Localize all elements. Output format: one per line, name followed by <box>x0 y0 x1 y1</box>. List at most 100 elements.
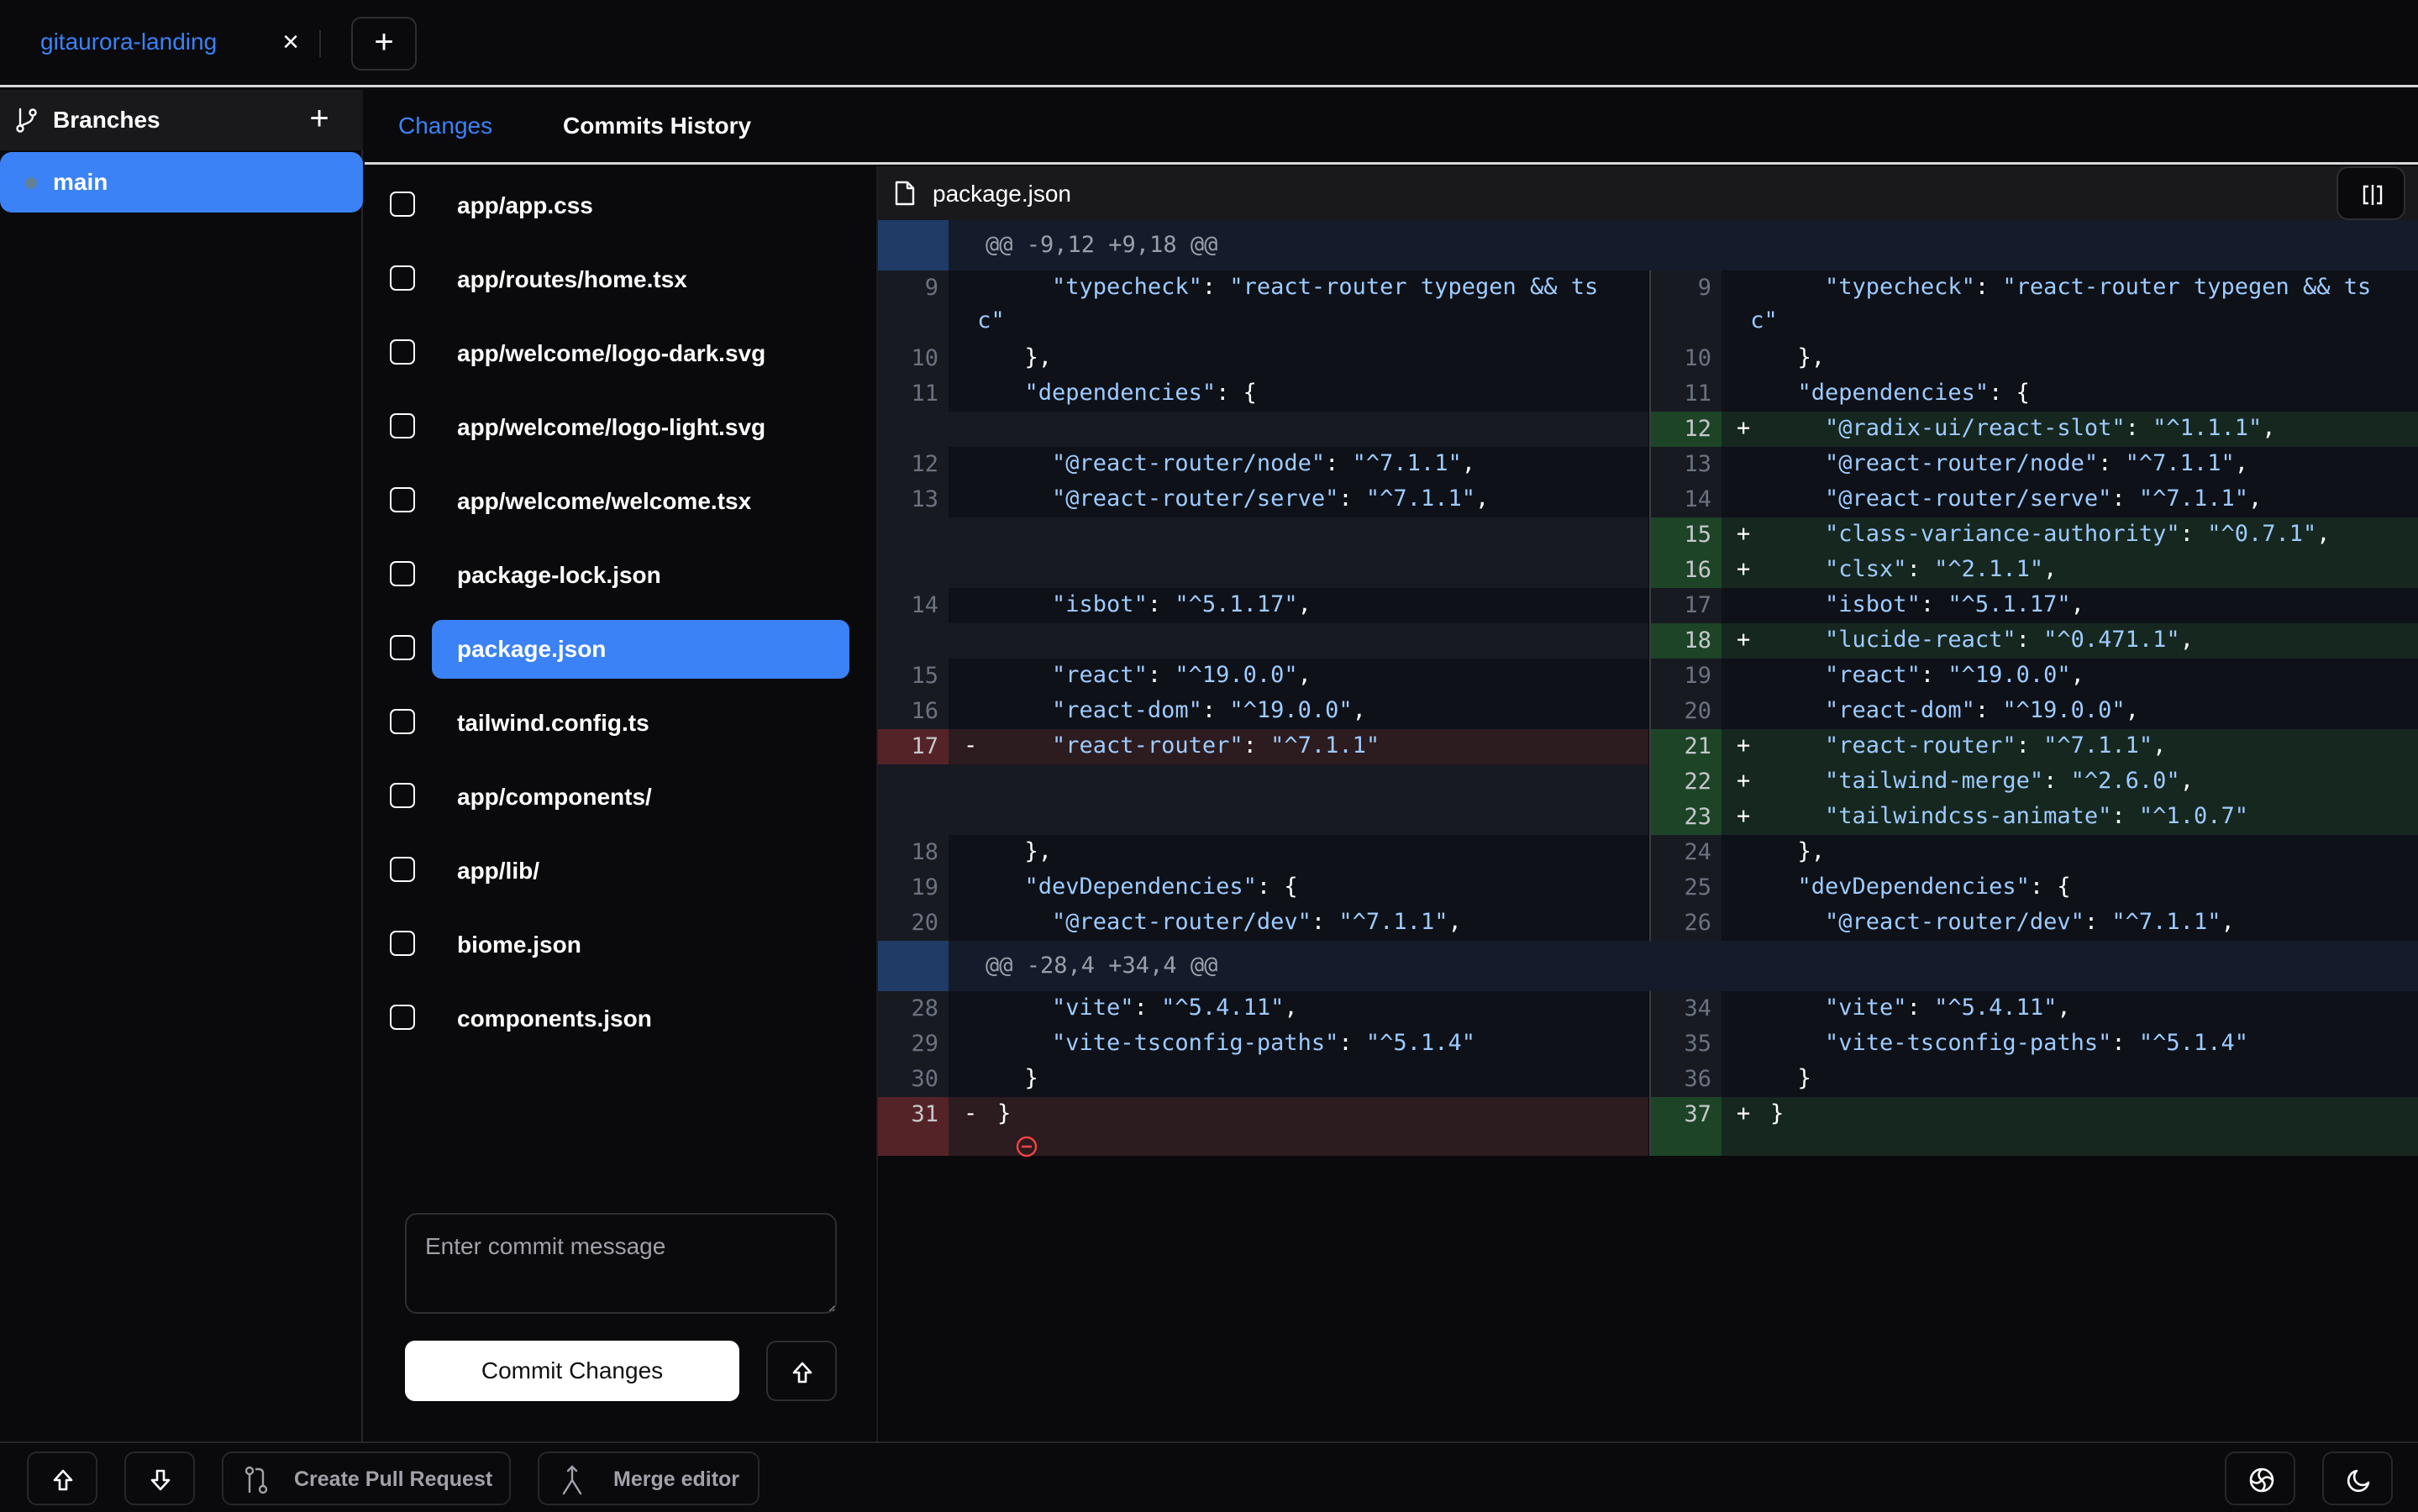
file-checkbox[interactable] <box>390 487 415 512</box>
code-line: -} <box>949 1097 1648 1158</box>
new-tab-button[interactable]: + <box>351 17 417 71</box>
code-line: "@react-router/serve": "^7.1.1", <box>949 482 1648 517</box>
code-line <box>949 412 1648 447</box>
file-item[interactable]: app/welcome/welcome.tsx <box>365 469 878 529</box>
diff-sign <box>1737 906 1770 939</box>
diff-sign: + <box>1737 768 1751 794</box>
diff-old-side: 11 "dependencies": { <box>878 376 1648 412</box>
file-checkbox[interactable] <box>390 931 415 956</box>
line-number: 20 <box>878 906 949 941</box>
file-name[interactable]: app/components/ <box>432 768 849 827</box>
diff-old-side: 9 "typecheck": "react-router typegen && … <box>878 270 1648 341</box>
line-number: 25 <box>1651 870 1722 906</box>
code-line: + "lucide-react": "^0.471.1", <box>1722 623 2418 659</box>
file-item[interactable]: package.json <box>365 617 878 679</box>
file-checkbox[interactable] <box>390 857 415 882</box>
fetch-button[interactable] <box>124 1452 195 1505</box>
close-icon[interactable]: × <box>277 25 304 59</box>
file-item[interactable]: package-lock.json <box>365 543 878 603</box>
file-item[interactable]: app/routes/home.tsx <box>365 247 878 307</box>
file-name[interactable]: package-lock.json <box>432 546 849 605</box>
diff-context-line: 29 "vite-tsconfig-paths": "^5.1.4" <box>878 1026 1648 1062</box>
add-branch-button[interactable]: + <box>304 100 334 137</box>
pull-button[interactable] <box>27 1452 97 1505</box>
file-name[interactable]: biome.json <box>432 916 849 974</box>
file-name[interactable]: app/welcome/logo-light.svg <box>432 398 849 457</box>
file-checkbox[interactable] <box>390 635 415 660</box>
file-item[interactable]: app/app.css <box>365 173 878 234</box>
create-pull-request-button[interactable]: Create Pull Request <box>222 1452 511 1505</box>
split-view-toggle[interactable] <box>2337 166 2405 220</box>
diff-context-line: 20 "react-dom": "^19.0.0", <box>1651 694 2418 729</box>
file-checkbox[interactable] <box>390 783 415 808</box>
code-line: "vite-tsconfig-paths": "^5.1.4" <box>1722 1026 2418 1062</box>
branch-item-main[interactable]: main <box>0 152 363 213</box>
commit-message-input[interactable] <box>405 1213 837 1314</box>
file-checkbox[interactable] <box>390 709 415 734</box>
file-name[interactable]: app/welcome/welcome.tsx <box>432 472 849 531</box>
tab-commits-history[interactable]: Commits History <box>563 113 751 139</box>
file-checkbox[interactable] <box>390 265 415 291</box>
file-name[interactable]: components.json <box>432 990 849 1048</box>
file-checkbox[interactable] <box>390 1005 415 1030</box>
diff-new-side: 21 + "react-router": "^7.1.1", <box>1649 729 2418 764</box>
line-number: 37 <box>1651 1097 1722 1156</box>
line-number: 23 <box>1651 800 1722 835</box>
code-line: } <box>1722 1062 2418 1097</box>
theme-button[interactable] <box>2225 1452 2295 1505</box>
file-name[interactable]: app/app.css <box>432 176 849 235</box>
diff-context-line: 10 }, <box>878 341 1648 376</box>
code-line: "dependencies": { <box>949 376 1648 412</box>
code-line: + "class-variance-authority": "^0.7.1", <box>1722 517 2418 553</box>
code-line: "devDependencies": { <box>949 870 1648 906</box>
file-checkbox[interactable] <box>390 192 415 217</box>
diff-sign: + <box>1737 627 1751 653</box>
file-item[interactable]: biome.json <box>365 912 878 973</box>
diff-context-line: 18 }, <box>878 835 1648 870</box>
diff-context-line: 11 "dependencies": { <box>878 376 1648 412</box>
diff-old-side: 16 "react-dom": "^19.0.0", <box>878 694 1648 729</box>
file-checkbox[interactable] <box>390 339 415 365</box>
file-name[interactable]: tailwind.config.ts <box>432 694 849 753</box>
file-item[interactable]: app/lib/ <box>365 838 878 899</box>
push-button[interactable] <box>766 1341 837 1401</box>
code-line: "react": "^19.0.0", <box>949 659 1648 694</box>
diff-context-line: 12 "@react-router/node": "^7.1.1", <box>878 447 1648 482</box>
diff-sign <box>1737 341 1770 375</box>
line-number: 28 <box>878 991 949 1026</box>
diff-context-line: 34 "vite": "^5.4.11", <box>1651 991 2418 1026</box>
diff-sign <box>1737 870 1770 904</box>
diff-new-side: 36 } <box>1649 1062 2418 1097</box>
file-name[interactable]: app/welcome/logo-dark.svg <box>432 324 849 383</box>
diff-old-side: 20 "@react-router/dev": "^7.1.1", <box>878 906 1648 941</box>
line-number: 17 <box>1651 588 1722 623</box>
tab-changes[interactable]: Changes <box>398 113 492 139</box>
diff-context-line: 24 }, <box>1651 835 2418 870</box>
diff-sign: + <box>1737 415 1751 441</box>
file-item[interactable]: app/components/ <box>365 764 878 825</box>
file-name[interactable]: app/lib/ <box>432 842 849 900</box>
merge-editor-button[interactable]: Merge editor <box>538 1452 760 1505</box>
file-item[interactable]: tailwind.config.ts <box>365 690 878 751</box>
file-item[interactable]: app/welcome/logo-light.svg <box>365 395 878 455</box>
diff-new-side: 16 + "clsx": "^2.1.1", <box>1649 553 2418 588</box>
dark-mode-toggle[interactable] <box>2322 1452 2393 1505</box>
file-item[interactable]: components.json <box>365 986 878 1047</box>
file-checkbox[interactable] <box>390 413 415 438</box>
file-checkbox[interactable] <box>390 561 415 586</box>
hunk-header: @@ -28,4 +34,4 @@ <box>878 941 2418 991</box>
code-line <box>949 553 1648 588</box>
diff-sign <box>1737 835 1770 869</box>
diff-sign <box>964 906 997 939</box>
repo-tab[interactable]: gitaurora-landing <box>40 29 217 55</box>
diff-filler-row <box>878 764 1648 800</box>
diff-context-line: 36 } <box>1651 1062 2418 1097</box>
file-name[interactable]: package.json <box>432 620 849 679</box>
line-number: 17 <box>878 729 949 764</box>
file-item[interactable]: app/welcome/logo-dark.svg <box>365 321 878 381</box>
code-line: "react-dom": "^19.0.0", <box>949 694 1648 729</box>
file-name[interactable]: app/routes/home.tsx <box>432 250 849 309</box>
diff-sign <box>964 1026 997 1060</box>
diff-context-line: 13 "@react-router/node": "^7.1.1", <box>1651 447 2418 482</box>
commit-changes-button[interactable]: Commit Changes <box>405 1341 739 1401</box>
